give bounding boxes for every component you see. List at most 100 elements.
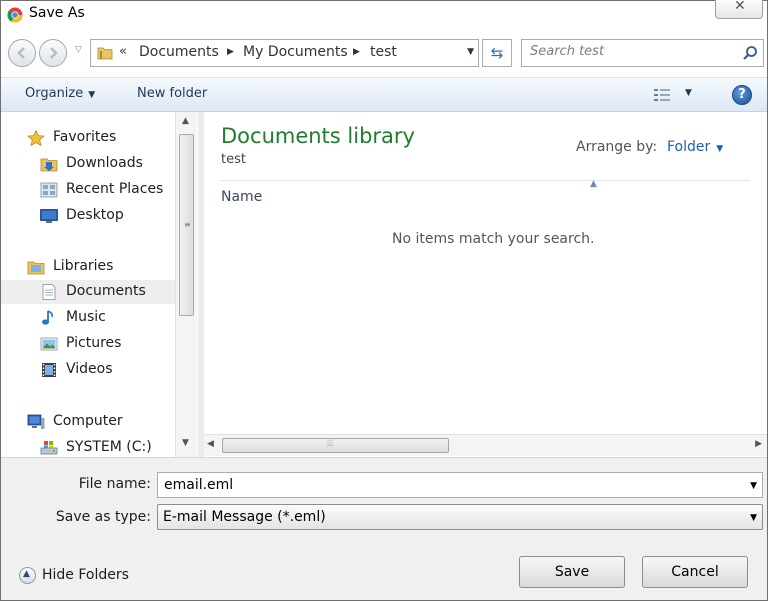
arrange-by-dropdown[interactable]: Folder ▼	[667, 139, 723, 155]
new-folder-button[interactable]: New folder	[137, 86, 207, 101]
libraries-icon	[27, 261, 45, 275]
address-bar[interactable]: « Documents ▶ My Documents ▶ test ▼	[90, 39, 479, 67]
address-row: ▽ « Documents ▶ My Documents ▶ test ▼ ⇆	[1, 29, 767, 77]
document-icon	[42, 284, 56, 300]
scrollbar-thumb[interactable]: ≡	[179, 134, 194, 316]
videos-icon	[42, 363, 56, 377]
sidebar-item-label: Desktop	[66, 207, 124, 223]
sidebar-item-label: Videos	[66, 361, 113, 377]
title-bar: Save As ✕	[1, 0, 767, 29]
sidebar-item-label: Recent Places	[66, 181, 164, 197]
forward-button[interactable]	[39, 39, 67, 67]
save-as-type-value: E-mail Message (*.eml)	[163, 509, 326, 525]
collapse-icon: ▲	[19, 567, 36, 584]
organize-label: Organize	[25, 86, 84, 101]
sidebar-item-label: Favorites	[53, 129, 117, 145]
music-icon	[42, 310, 53, 325]
save-as-type-label: Save as type:	[55, 509, 151, 525]
breadcrumb-documents[interactable]: Documents	[139, 44, 219, 60]
save-button[interactable]: Save	[519, 556, 625, 588]
save-as-type-select[interactable]: E-mail Message (*.eml) ▼	[157, 504, 763, 530]
search-input[interactable]	[530, 44, 730, 59]
sidebar-item-favorites[interactable]: Favorites	[1, 126, 175, 150]
forward-arrow-icon	[50, 47, 58, 59]
grip-icon: ≡	[184, 220, 191, 229]
library-title: Documents library	[221, 124, 415, 148]
window-title: Save As	[29, 5, 85, 21]
breadcrumb-chevron-icon[interactable]: ▶	[227, 47, 234, 57]
arrange-by-value: Folder	[667, 139, 711, 155]
save-options-panel: File name: ▼ Save as type: E-mail Messag…	[1, 457, 767, 600]
arrange-by-label: Arrange by:	[576, 139, 658, 155]
desktop-icon	[40, 209, 58, 223]
organize-button[interactable]: Organize ▼	[25, 86, 95, 101]
sidebar-item-videos[interactable]: Videos	[1, 358, 175, 382]
refresh-icon: ⇆	[490, 44, 504, 62]
grip-icon: ⦙⦙⦙	[327, 439, 334, 449]
breadcrumb-test[interactable]: test	[370, 44, 397, 60]
sidebar-item-label: Computer	[53, 413, 123, 429]
column-header-name[interactable]: Name	[221, 189, 262, 205]
scrollbar-thumb[interactable]: ⦙⦙⦙	[222, 438, 449, 453]
drive-icon	[40, 441, 58, 455]
sidebar-item-downloads[interactable]: Downloads	[1, 152, 175, 176]
breadcrumb-my-documents[interactable]: My Documents	[243, 44, 348, 60]
close-button[interactable]: ✕	[715, 0, 763, 19]
sidebar-item-label: Music	[66, 309, 106, 325]
library-subtitle: test	[221, 152, 246, 167]
chevron-down-icon: ▼	[88, 90, 96, 100]
chevron-down-icon[interactable]: ▼	[750, 481, 757, 491]
sidebar-item-recent-places[interactable]: Recent Places	[1, 178, 175, 202]
chevron-down-icon: ▼	[716, 144, 724, 154]
refresh-button[interactable]: ⇆	[482, 39, 512, 67]
navigation-pane-scrollbar[interactable]: ▲ ≡ ▼	[175, 112, 197, 457]
sidebar-item-label: Downloads	[66, 155, 143, 171]
sidebar-item-libraries[interactable]: Libraries	[1, 255, 175, 279]
cancel-button[interactable]: Cancel	[642, 556, 748, 588]
sidebar-item-desktop[interactable]: Desktop	[1, 204, 175, 228]
help-icon[interactable]: ?	[732, 85, 752, 105]
computer-icon	[27, 414, 45, 429]
column-header-divider	[220, 180, 750, 181]
sidebar-item-computer[interactable]: Computer	[1, 410, 175, 434]
command-toolbar: Organize ▼ New folder ▼ ?	[1, 77, 767, 112]
pictures-icon	[40, 337, 58, 351]
sidebar-item-label: Pictures	[66, 335, 122, 351]
file-list-horizontal-scrollbar[interactable]: ◀ ⦙⦙⦙ ▶	[204, 434, 767, 456]
breadcrumb-overflow-icon[interactable]: «	[119, 44, 127, 59]
save-as-dialog: Save As ✕ ▽ « Documents ▶ My Documents ▶…	[0, 0, 768, 601]
recent-places-icon	[40, 182, 58, 198]
downloads-icon	[40, 158, 58, 172]
chevron-down-icon: ▼	[750, 513, 757, 523]
file-name-label: File name:	[78, 476, 151, 492]
close-icon: ✕	[734, 0, 746, 14]
sidebar-item-label: Documents	[66, 283, 146, 299]
scroll-up-icon[interactable]: ▲	[182, 116, 189, 126]
folder-icon	[97, 47, 113, 60]
back-arrow-icon	[17, 47, 25, 59]
back-button[interactable]	[8, 39, 36, 67]
sidebar-item-label: SYSTEM (C:)	[66, 439, 152, 455]
search-box[interactable]	[521, 39, 764, 67]
search-icon[interactable]	[742, 45, 758, 61]
scroll-down-icon[interactable]: ▼	[182, 438, 189, 448]
sidebar-item-documents[interactable]: Documents	[1, 280, 175, 304]
sidebar-item-pictures[interactable]: Pictures	[1, 332, 175, 356]
file-name-field[interactable]	[164, 477, 734, 493]
navigation-pane: Favorites Downloads Recent Places Deskto…	[1, 112, 199, 457]
scroll-left-icon[interactable]: ◀	[207, 439, 214, 449]
address-dropdown-icon[interactable]: ▼	[467, 47, 474, 57]
recent-pages-dropdown[interactable]: ▽	[75, 45, 82, 55]
change-view-icon[interactable]	[654, 88, 672, 102]
empty-state-message: No items match your search.	[392, 231, 595, 247]
file-list-pane: Documents library test Arrange by: Folde…	[204, 112, 767, 457]
view-options-dropdown-icon[interactable]: ▼	[685, 88, 692, 98]
sidebar-item-label: Libraries	[53, 258, 114, 274]
sidebar-item-music[interactable]: Music	[1, 306, 175, 330]
file-name-combobox[interactable]: ▼	[157, 472, 763, 498]
sidebar-item-system-drive[interactable]: SYSTEM (C:)	[1, 436, 175, 457]
chrome-app-icon	[7, 7, 23, 23]
scroll-right-icon[interactable]: ▶	[755, 439, 762, 449]
hide-folders-label: Hide Folders	[42, 567, 129, 583]
breadcrumb-chevron-icon[interactable]: ▶	[353, 47, 360, 57]
